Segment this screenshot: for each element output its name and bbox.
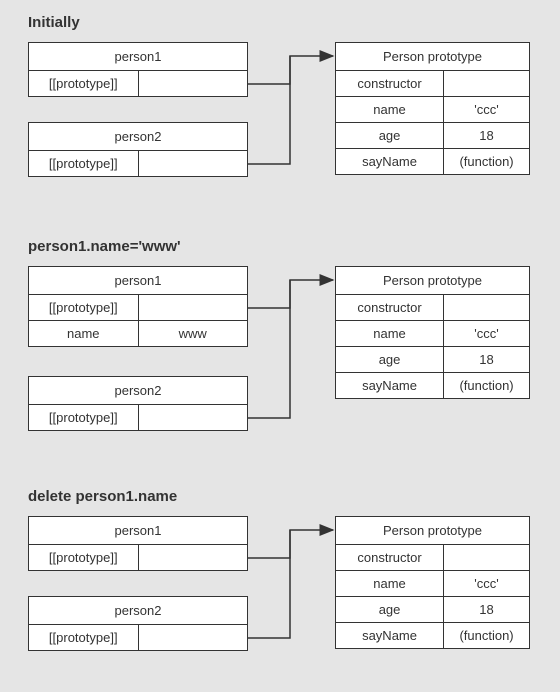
object-header: person1 [29,267,247,295]
object-prototype: Person prototype constructor name 'ccc' … [335,516,530,649]
cell-key: [[prototype]] [29,405,139,430]
cell-key: [[prototype]] [29,625,139,650]
section-delete: delete person1.name person1 [[prototype]… [0,488,560,688]
object-row: constructor [336,295,529,321]
cell-key: age [336,347,444,372]
cell-val: 'ccc' [444,571,529,596]
object-row: name 'ccc' [336,321,529,347]
cell-val [139,151,248,176]
object-row: [[prototype]] [29,545,247,570]
cell-key: sayName [336,373,444,398]
cell-key: [[prototype]] [29,151,139,176]
cell-val: 'ccc' [444,97,529,122]
object-prototype: Person prototype constructor name 'ccc' … [335,42,530,175]
object-person2: person2 [[prototype]] [28,122,248,177]
object-row: [[prototype]] [29,71,247,96]
object-header: Person prototype [336,267,529,295]
cell-key: age [336,123,444,148]
cell-val: 18 [444,347,529,372]
object-header: person2 [29,377,247,405]
cell-val: (function) [444,149,529,174]
cell-key: [[prototype]] [29,71,139,96]
object-person2: person2 [[prototype]] [28,596,248,651]
object-row: name 'ccc' [336,571,529,597]
object-row: sayName (function) [336,623,529,648]
cell-val: 18 [444,123,529,148]
section-title: person1.name='www' [28,238,181,255]
object-row: constructor [336,545,529,571]
object-row: age 18 [336,597,529,623]
object-row: sayName (function) [336,149,529,174]
cell-val [139,545,248,570]
cell-key: constructor [336,71,444,96]
object-header: Person prototype [336,517,529,545]
object-person1: person1 [[prototype]] name www [28,266,248,347]
section-title: delete person1.name [28,488,177,505]
object-row: [[prototype]] [29,405,247,430]
object-header: Person prototype [336,43,529,71]
object-person1: person1 [[prototype]] [28,42,248,97]
object-row: age 18 [336,347,529,373]
cell-key: sayName [336,623,444,648]
object-person1: person1 [[prototype]] [28,516,248,571]
cell-val [444,71,529,96]
section-initially: Initially person1 [[prototype]] person2 … [0,14,560,214]
cell-key: [[prototype]] [29,295,139,320]
object-row: age 18 [336,123,529,149]
cell-val: (function) [444,373,529,398]
object-prototype: Person prototype constructor name 'ccc' … [335,266,530,399]
cell-val: (function) [444,623,529,648]
cell-key: name [336,321,444,346]
cell-val: 'ccc' [444,321,529,346]
cell-key: constructor [336,545,444,570]
section-assign: person1.name='www' person1 [[prototype]]… [0,238,560,463]
object-row: name 'ccc' [336,97,529,123]
cell-val: 18 [444,597,529,622]
cell-key: constructor [336,295,444,320]
cell-val [139,295,248,320]
object-row: [[prototype]] [29,151,247,176]
object-row: [[prototype]] [29,625,247,650]
object-header: person2 [29,123,247,151]
object-row: constructor [336,71,529,97]
object-person2: person2 [[prototype]] [28,376,248,431]
cell-key: name [336,97,444,122]
cell-val [139,71,248,96]
object-header: person2 [29,597,247,625]
cell-val [139,625,248,650]
object-header: person1 [29,43,247,71]
object-row: name www [29,321,247,346]
object-row: [[prototype]] [29,295,247,321]
cell-val [444,295,529,320]
cell-key: name [29,321,139,346]
cell-key: age [336,597,444,622]
section-title: Initially [28,14,80,31]
object-row: sayName (function) [336,373,529,398]
cell-val [139,405,248,430]
cell-key: sayName [336,149,444,174]
cell-key: [[prototype]] [29,545,139,570]
cell-val: www [139,321,248,346]
cell-val [444,545,529,570]
object-header: person1 [29,517,247,545]
cell-key: name [336,571,444,596]
